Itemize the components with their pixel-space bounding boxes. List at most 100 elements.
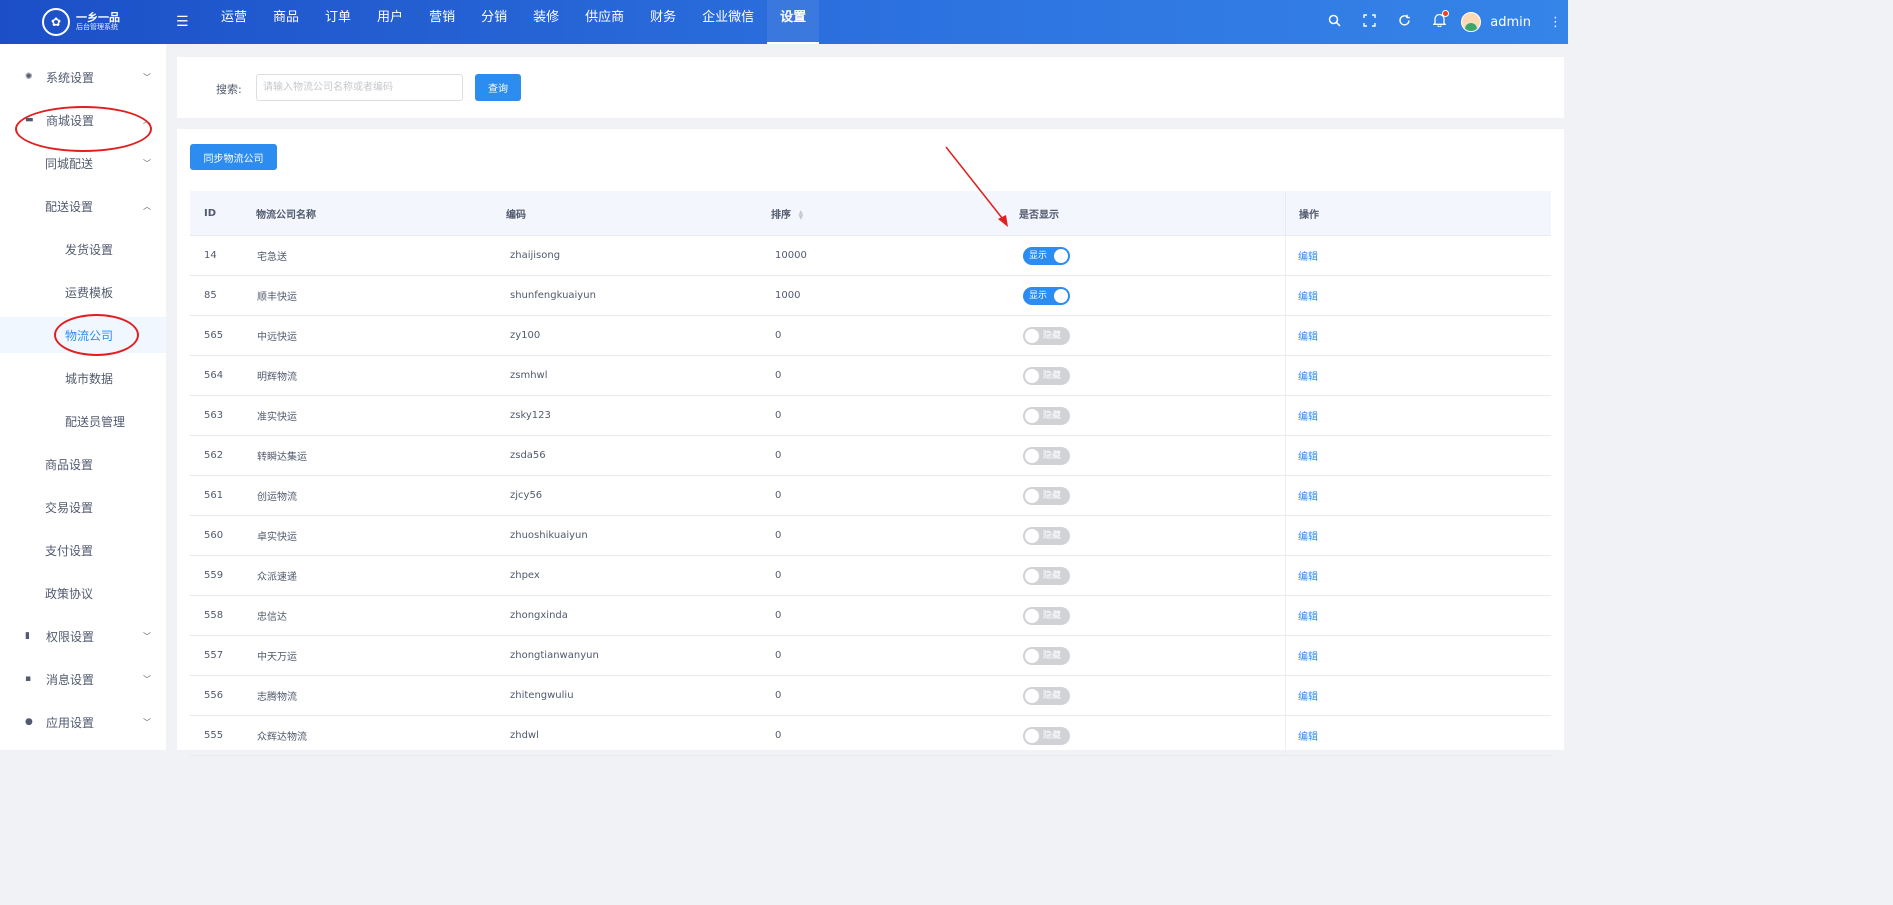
topnav-item-decoration[interactable]: 装修: [520, 0, 572, 44]
sidebar-item-message-settings[interactable]: ▪ 消息设置 ﹀: [0, 661, 166, 697]
edit-link[interactable]: 编辑: [1298, 368, 1318, 383]
visibility-toggle[interactable]: 隐藏: [1023, 326, 1070, 345]
topnav-item-settings[interactable]: 设置: [767, 0, 820, 44]
topnav-item-orders[interactable]: 订单: [312, 0, 364, 44]
sidebar-item-policy-agreement[interactable]: 政策协议: [0, 575, 166, 611]
edit-link[interactable]: 编辑: [1298, 408, 1318, 423]
sidebar-item-courier-management[interactable]: 配送员管理: [0, 403, 166, 439]
bell-icon[interactable]: [1422, 10, 1457, 31]
toggle-label: 隐藏: [1043, 650, 1062, 661]
sidebar-item-payment-settings[interactable]: 支付设置: [0, 532, 166, 568]
sidebar-item-permission-settings[interactable]: ▮ 权限设置 ﹀: [0, 618, 166, 654]
cell-sort: 0: [775, 330, 782, 341]
table-row: 556 志腾物流 zhitengwuliu 0 隐藏 编辑: [190, 676, 1551, 716]
visibility-toggle[interactable]: 隐藏: [1023, 446, 1070, 465]
username[interactable]: admin: [1490, 15, 1531, 30]
query-button[interactable]: 查询: [475, 74, 521, 101]
sidebar-item-city-data[interactable]: 城市数据: [0, 360, 166, 396]
chevron-up-icon: ︿: [143, 201, 151, 211]
topnav-item-distribution[interactable]: 分销: [468, 0, 520, 44]
visibility-toggle[interactable]: 隐藏: [1023, 566, 1070, 585]
chevron-down-icon: ﹀: [143, 674, 151, 684]
sidebar-item-label: 消息设置: [46, 672, 95, 687]
edit-link[interactable]: 编辑: [1298, 648, 1318, 663]
edit-link[interactable]: 编辑: [1298, 688, 1318, 703]
cell-sort: 0: [775, 490, 782, 501]
edit-link[interactable]: 编辑: [1298, 448, 1318, 463]
topnav-item-operations[interactable]: 运营: [208, 0, 260, 44]
chevron-down-icon: ﹀: [143, 717, 151, 727]
column-header-sort-label: 排序: [771, 209, 791, 221]
edit-link[interactable]: 编辑: [1298, 528, 1318, 543]
visibility-toggle[interactable]: 隐藏: [1023, 606, 1070, 625]
cell-sort: 0: [775, 610, 782, 621]
visibility-toggle[interactable]: 隐藏: [1023, 366, 1070, 385]
visibility-toggle[interactable]: 隐藏: [1023, 526, 1070, 545]
cell-code: zsda56: [510, 450, 546, 461]
topnav-item-products[interactable]: 商品: [260, 0, 312, 44]
sidebar: ✺ 系统设置 ﹀ ▬ 商城设置 ︿ 同城配送 ﹀ 配送设置 ︿ 发货设置 运费模…: [0, 44, 166, 750]
chevron-down-icon: ﹀: [143, 158, 151, 168]
column-header-id: ID: [204, 207, 217, 219]
visibility-toggle[interactable]: 显示: [1023, 286, 1070, 305]
toggle-knob: [1025, 368, 1039, 383]
logo-subtitle: 后台管理系统: [76, 23, 118, 32]
edit-link[interactable]: 编辑: [1298, 248, 1318, 263]
edit-link[interactable]: 编辑: [1298, 608, 1318, 623]
cell-id: 555: [204, 730, 224, 741]
topnav-item-wecom[interactable]: 企业微信: [689, 0, 767, 44]
fullscreen-icon[interactable]: [1352, 13, 1387, 31]
edit-link[interactable]: 编辑: [1298, 488, 1318, 503]
edit-link[interactable]: 编辑: [1298, 328, 1318, 343]
sidebar-item-app-settings[interactable]: ● 应用设置 ﹀: [0, 704, 166, 740]
table-row: 563 准实快运 zsky123 0 隐藏 编辑: [190, 396, 1551, 436]
edit-link[interactable]: 编辑: [1298, 568, 1318, 583]
sidebar-item-system-settings[interactable]: ✺ 系统设置 ﹀: [0, 59, 166, 95]
topnav-item-suppliers[interactable]: 供应商: [572, 0, 637, 44]
edit-link[interactable]: 编辑: [1298, 288, 1318, 303]
sidebar-item-logistics-company[interactable]: 物流公司: [0, 317, 166, 353]
cell-sort: 0: [775, 650, 782, 661]
visibility-toggle[interactable]: 隐藏: [1023, 686, 1070, 705]
cell-id: 562: [204, 450, 224, 461]
menu-collapse-icon[interactable]: ☰: [176, 14, 196, 30]
avatar[interactable]: [1461, 12, 1482, 32]
more-icon[interactable]: ⋮: [1549, 15, 1562, 30]
cell-sort: 0: [775, 450, 782, 461]
sort-icon[interactable]: ▲ ▼: [798, 209, 803, 220]
sidebar-item-freight-template[interactable]: 运费模板: [0, 274, 166, 310]
sidebar-item-product-settings[interactable]: 商品设置: [0, 446, 166, 482]
toggle-knob: [1025, 568, 1039, 583]
sidebar-item-delivery-settings[interactable]: 配送设置 ︿: [0, 188, 166, 224]
visibility-toggle[interactable]: 隐藏: [1023, 486, 1070, 505]
cell-id: 560: [204, 530, 224, 541]
search-panel: 搜索: 查询: [177, 57, 1564, 118]
cell-name: 转瞬达集运: [257, 452, 307, 463]
sidebar-item-shipping-settings[interactable]: 发货设置: [0, 231, 166, 267]
sidebar-item-trade-settings[interactable]: 交易设置: [0, 489, 166, 525]
topnav-item-users[interactable]: 用户: [364, 0, 416, 44]
toggle-label: 隐藏: [1043, 330, 1062, 341]
sidebar-item-shop-settings[interactable]: ▬ 商城设置 ︿: [0, 102, 166, 138]
logo[interactable]: ✿ 一乡一品 后台管理系统: [0, 0, 166, 44]
column-header-sort[interactable]: 排序 ▲ ▼: [771, 206, 803, 221]
cell-code: shunfengkuaiyun: [510, 290, 596, 301]
visibility-toggle[interactable]: 隐藏: [1023, 646, 1070, 665]
sidebar-item-local-delivery[interactable]: 同城配送 ﹀: [0, 145, 166, 181]
toggle-label: 隐藏: [1043, 530, 1062, 541]
visibility-toggle[interactable]: 隐藏: [1023, 726, 1070, 745]
visibility-toggle[interactable]: 显示: [1023, 246, 1070, 265]
logistics-table-panel: 同步物流公司 ID 物流公司名称 编码 排序 ▲ ▼ 是否显示 操作 14 宅急送 z…: [177, 129, 1564, 756]
sync-logistics-button[interactable]: 同步物流公司: [190, 144, 277, 170]
topnav-item-finance[interactable]: 财务: [637, 0, 689, 44]
refresh-icon[interactable]: [1387, 14, 1422, 31]
visibility-toggle[interactable]: 隐藏: [1023, 406, 1070, 425]
chevron-up-icon: ︿: [143, 115, 151, 125]
chevron-down-icon: ﹀: [143, 631, 151, 641]
toggle-label: 隐藏: [1043, 370, 1062, 381]
search-icon[interactable]: [1317, 14, 1352, 31]
edit-link[interactable]: 编辑: [1298, 728, 1318, 743]
search-input[interactable]: [256, 74, 463, 101]
topnav-item-marketing[interactable]: 营销: [416, 0, 468, 44]
cell-name: 卓实快运: [257, 532, 297, 543]
